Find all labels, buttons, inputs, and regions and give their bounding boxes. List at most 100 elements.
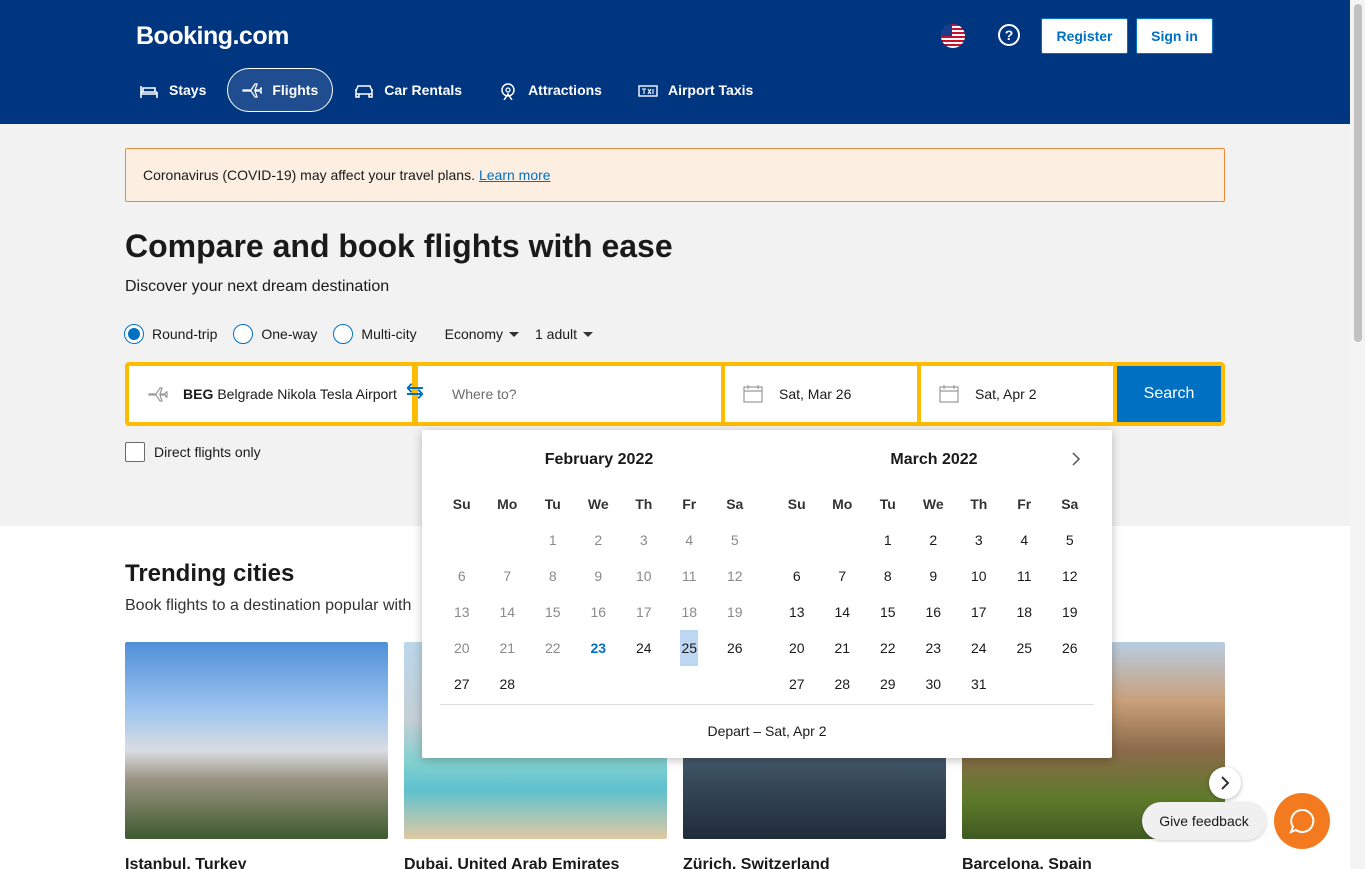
multi-city-radio[interactable]: Multi-city — [333, 324, 417, 344]
calendar-day[interactable]: 14 — [820, 604, 866, 620]
calendar-day[interactable]: 26 — [1047, 640, 1093, 656]
calendar-day[interactable]: 21 — [820, 640, 866, 656]
nav-attractions[interactable]: Attractions — [483, 68, 617, 112]
learn-more-link[interactable]: Learn more — [479, 167, 551, 183]
calendar-day[interactable]: 4 — [1002, 532, 1048, 548]
sign-in-button[interactable]: Sign in — [1136, 18, 1213, 54]
direct-flights-checkbox[interactable]: Direct flights only — [125, 442, 261, 462]
calendar-day: 21 — [499, 640, 516, 656]
calendar-day[interactable]: 29 — [865, 676, 911, 692]
calendar-day[interactable]: 11 — [1002, 568, 1048, 584]
calendar-day[interactable]: 24 — [621, 640, 667, 656]
one-way-radio[interactable]: One-way — [233, 324, 317, 344]
calendar-day[interactable]: 12 — [1047, 568, 1093, 584]
register-button[interactable]: Register — [1041, 18, 1128, 54]
calendar-day[interactable]: 25 — [667, 630, 713, 666]
attractions-icon — [498, 82, 518, 101]
march-grid: Su Mo Tu We Th Fr Sa 1 2 3 4 5 6 7 8 9 10 11 12 13 14 15 16 17 1… — [774, 486, 1094, 702]
city-card-label[interactable]: Dubai, United Arab Emirates — [404, 856, 619, 869]
cabin-class-dropdown[interactable]: Economy — [445, 326, 519, 342]
plane-icon — [147, 385, 169, 403]
calendar-day[interactable]: 27 — [439, 676, 485, 692]
calendar-day[interactable]: 16 — [911, 604, 957, 620]
calendar-day[interactable]: 28 — [820, 676, 866, 692]
travelers-dropdown[interactable]: 1 adult — [535, 326, 594, 342]
calendar-week-row: 6 7 8 9 10 11 12 — [439, 558, 759, 594]
multi-city-label: Multi-city — [361, 326, 417, 342]
swap-airports-icon[interactable]: ⇆ — [400, 380, 430, 404]
calendar-day[interactable]: 23 — [576, 640, 622, 656]
calendar-day[interactable]: 5 — [1047, 532, 1093, 548]
depart-date-field[interactable]: Sat, Mar 26 — [725, 366, 917, 422]
page-subtitle: Discover your next dream destination — [125, 278, 390, 295]
calendar-day[interactable]: 20 — [774, 640, 820, 656]
calendar-day[interactable]: 7 — [820, 568, 866, 584]
calendar-day[interactable]: 30 — [911, 676, 957, 692]
origin-code: BEG — [183, 386, 214, 402]
round-trip-radio[interactable]: Round-trip — [124, 324, 217, 344]
calendar-day[interactable]: 18 — [1002, 604, 1048, 620]
nav-airport-taxis[interactable]: Airport Taxis — [623, 68, 768, 112]
travelers-value: 1 adult — [535, 326, 578, 342]
calendar-day[interactable]: 1 — [865, 532, 911, 548]
weekday-label: Mo — [497, 496, 518, 512]
calendar-day: 4 — [685, 532, 694, 548]
calendar-day: 1 — [548, 532, 557, 548]
calendar-day[interactable]: 17 — [956, 604, 1002, 620]
return-date-field[interactable]: Sat, Apr 2 — [921, 366, 1113, 422]
us-flag-icon[interactable] — [941, 24, 965, 48]
give-feedback-button[interactable]: Give feedback — [1142, 802, 1266, 840]
city-card-label[interactable]: Zürich, Switzerland — [683, 856, 830, 869]
covid-text: Coronavirus (COVID-19) may affect your t… — [143, 167, 475, 183]
plane-icon — [242, 82, 264, 98]
return-date-value: Sat, Apr 2 — [975, 386, 1037, 402]
calendar-week-row: 27 28 — [439, 666, 759, 702]
city-card-label[interactable]: Istanbul, Turkey — [125, 856, 247, 869]
nav-stays[interactable]: Stays — [124, 68, 221, 112]
calendar-day[interactable]: 28 — [485, 676, 531, 692]
calendar-day[interactable]: 2 — [911, 532, 957, 548]
calendar-week-row: 20 21 22 23 24 25 26 — [439, 630, 759, 666]
city-card-image[interactable] — [125, 642, 388, 839]
search-button[interactable]: Search — [1117, 366, 1221, 422]
calendar-day[interactable]: 6 — [774, 568, 820, 584]
calendar-day-highlight[interactable]: 25 — [680, 630, 699, 666]
calendar-day[interactable]: 3 — [956, 532, 1002, 548]
booking-logo[interactable]: Booking.com — [136, 22, 289, 51]
calendar-day[interactable]: 26 — [712, 640, 758, 656]
chat-button[interactable] — [1274, 793, 1330, 849]
calendar-week-row: 12345 — [774, 522, 1094, 558]
calendar-day[interactable]: 19 — [1047, 604, 1093, 620]
calendar-day[interactable]: 13 — [774, 604, 820, 620]
calendar-day[interactable]: 10 — [956, 568, 1002, 584]
destination-input[interactable]: Where to? — [418, 366, 721, 422]
page-title: Compare and book flights with ease — [125, 228, 673, 264]
carousel-next-button[interactable] — [1209, 767, 1241, 799]
calendar-day[interactable]: 8 — [865, 568, 911, 584]
help-icon[interactable]: ? — [998, 24, 1020, 46]
calendar-day[interactable]: 15 — [865, 604, 911, 620]
city-card-label[interactable]: Barcelona, Spain — [962, 856, 1092, 869]
calendar-day[interactable]: 23 — [911, 640, 957, 656]
calendar-week-row: 6 7 8 9 10 11 12 — [774, 558, 1094, 594]
calendar-day[interactable]: 22 — [865, 640, 911, 656]
scrollbar-thumb[interactable] — [1354, 4, 1362, 342]
date-picker-popup: February 2022 March 2022 Su Mo Tu We Th Fr Sa 1… — [422, 430, 1112, 758]
calendar-day[interactable]: 24 — [956, 640, 1002, 656]
calendar-day: 20 — [453, 640, 470, 656]
taxi-icon — [638, 82, 658, 98]
calendar-day: 14 — [499, 604, 516, 620]
calendar-day: 7 — [503, 568, 512, 584]
calendar-day[interactable]: 9 — [911, 568, 957, 584]
origin-field[interactable]: BEG Belgrade Nikola Tesla Airport — [129, 366, 412, 422]
calendar-day[interactable]: 31 — [956, 676, 1002, 692]
weekday-label: We — [922, 496, 944, 512]
calendar-day[interactable]: 27 — [774, 676, 820, 692]
checkbox-icon — [125, 442, 145, 462]
calendar-day: 9 — [594, 568, 603, 584]
next-month-button[interactable] — [1070, 450, 1094, 470]
nav-car-rentals[interactable]: Car Rentals — [339, 68, 477, 112]
nav-flights[interactable]: Flights — [227, 68, 334, 112]
calendar-day[interactable]: 25 — [1002, 640, 1048, 656]
nav-attractions-label: Attractions — [528, 82, 602, 98]
